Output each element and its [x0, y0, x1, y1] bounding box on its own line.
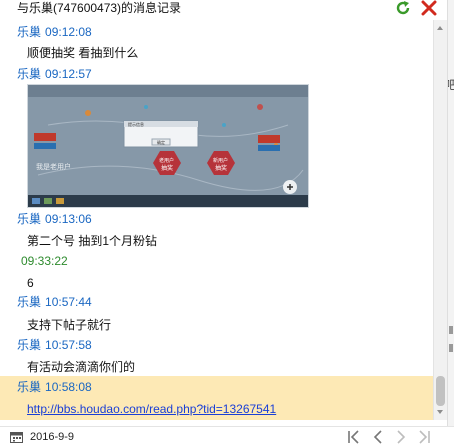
message-header: 乐巢 09:12:57: [17, 66, 92, 82]
message-time: 09:33:22: [21, 254, 68, 268]
refresh-icon[interactable]: [395, 0, 411, 16]
dialog-ok: 确定: [157, 139, 165, 145]
scroll-down-icon[interactable]: [437, 410, 443, 414]
sender-name: 乐巢: [17, 25, 42, 39]
window-title: 与乐巢(747600473)的消息记录: [17, 1, 182, 15]
message-time: 10:58:08: [45, 380, 92, 394]
image-content: 提示信息 确定 我是老用户 老用户 抽奖 新用户 抽奖: [28, 85, 308, 207]
sender-name: 乐巢: [17, 295, 42, 309]
sender-name: 乐巢: [17, 67, 42, 81]
close-icon[interactable]: [420, 0, 438, 16]
sender-name: 乐巢: [17, 380, 42, 394]
message-list: 乐巢 09:12:08 顺便抽奖 看抽到什么 乐巢 09:12:57 提示信息 确定…: [0, 20, 433, 420]
footer-bar: 2016-9-9: [0, 426, 454, 447]
scrollbar[interactable]: [433, 20, 447, 420]
message-header: 乐巢 10:57:58: [17, 337, 92, 353]
thumbnail-left-label: 我是老用户: [36, 162, 71, 171]
message-header: 乐巢 09:12:08: [17, 24, 92, 40]
scroll-up-icon[interactable]: [437, 26, 443, 30]
message-time: 09:13:06: [45, 212, 92, 226]
message-text: 支持下帖子就行: [27, 318, 112, 332]
scroll-thumb[interactable]: [436, 376, 445, 406]
prev-page-icon[interactable]: [370, 430, 386, 444]
adjacent-panel-edge: 吧: [447, 0, 454, 446]
adjacent-panel-handle: [449, 326, 453, 334]
date-label: 2016-9-9: [30, 431, 75, 443]
first-page-icon[interactable]: [346, 430, 362, 444]
message-text: 顺便抽奖 看抽到什么: [27, 46, 139, 60]
message-time: 10:57:58: [45, 338, 92, 352]
calendar-icon[interactable]: [10, 431, 23, 443]
message-header: 乐巢 09:13:06: [17, 211, 92, 227]
sender-name: 乐巢: [17, 338, 42, 352]
sender-name: 乐巢: [17, 212, 42, 226]
badge-1-line2: 抽奖: [161, 164, 173, 172]
adjacent-panel-handle: [449, 344, 453, 352]
badge-1-line1: 老用户: [159, 157, 174, 164]
title-bar: 与乐巢(747600473)的消息记录: [0, 0, 454, 18]
next-page-icon[interactable]: [393, 430, 409, 444]
last-page-icon[interactable]: [416, 430, 432, 444]
message-time: 10:57:44: [45, 295, 92, 309]
badge-2-line2: 抽奖: [215, 164, 227, 172]
adjacent-panel-text: 吧: [448, 76, 454, 93]
message-text: 有活动会滴滴你们的: [27, 360, 136, 374]
message-text: 第二个号 抽到1个月粉钻: [27, 234, 158, 248]
message-image[interactable]: 提示信息 确定 我是老用户 老用户 抽奖 新用户 抽奖: [27, 84, 309, 208]
dialog-title: 提示信息: [128, 121, 144, 127]
badge-2-line1: 新用户: [213, 157, 228, 164]
message-time: 09:12:57: [45, 67, 92, 81]
message-time: 09:12:08: [45, 25, 92, 39]
message-header: 乐巢 10:57:44: [17, 294, 92, 310]
message-text: 6: [27, 276, 34, 290]
message-link[interactable]: http://bbs.houdao.com/read.php?tid=13267…: [27, 401, 276, 417]
message-header: 乐巢 10:58:08: [17, 379, 92, 395]
